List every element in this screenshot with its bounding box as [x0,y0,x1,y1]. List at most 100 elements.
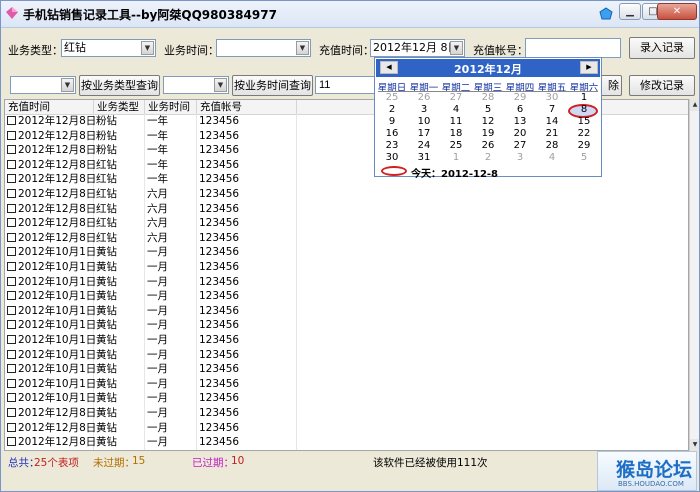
calendar-day[interactable]: 1 [568,92,600,104]
table-row[interactable]: 2012年10月1日 黄钻 一月 123456 [5,333,688,348]
row-checkbox[interactable] [7,437,16,447]
row-checkbox[interactable] [7,408,16,417]
calendar-day[interactable]: 25 [440,140,472,152]
table-row[interactable]: 2012年10月1日 黄钻 一月 123456 [5,274,688,290]
close-button[interactable]: ✕ [657,3,697,20]
calendar-day[interactable]: 17 [408,128,440,140]
calendar-day[interactable]: 10 [408,116,440,128]
scroll-up-icon[interactable]: ▲ [690,99,699,111]
row-checkbox[interactable] [7,422,16,432]
table-row[interactable]: 2012年10月1日 黄钻 一月 123456 [5,347,688,363]
calendar-day[interactable]: 30 [376,152,408,164]
table-row[interactable]: 2012年10月1日 黄钻 一月 123456 [5,260,688,275]
row-checkbox[interactable] [7,364,16,374]
row-checkbox[interactable] [7,378,16,388]
calendar-day[interactable]: 15 [568,116,600,128]
row-checkbox[interactable] [7,116,16,125]
calendar-day[interactable]: 20 [504,128,536,140]
row-checkbox[interactable] [7,291,16,301]
calendar-day[interactable]: 11 [440,116,472,128]
row-checkbox[interactable] [7,262,16,271]
header-biz-time[interactable]: 业务时间 [145,100,197,114]
calendar-day[interactable]: 4 [536,152,568,164]
row-checkbox[interactable] [7,276,16,286]
row-checkbox[interactable] [7,174,16,184]
row-checkbox[interactable] [7,203,16,213]
calendar-day[interactable]: 18 [440,128,472,140]
calendar-day[interactable]: 28 [472,92,504,104]
calendar-day[interactable]: 5 [472,104,504,116]
query-by-type-button[interactable]: 按业务类型查询 [79,75,160,96]
calendar-day[interactable]: 1 [440,152,472,164]
header-account[interactable]: 充值帐号 [197,100,297,114]
query-input[interactable] [315,76,377,94]
row-checkbox[interactable] [7,159,16,169]
calendar-day[interactable]: 6 [504,104,536,116]
calendar-dropdown[interactable]: ◀ 2012年12月 ▶ 星期日 星期一 星期二 星期三 星期四 星期五 星期六 25 26 2… [374,57,602,180]
calendar-day[interactable]: 29 [504,92,536,104]
next-month-button[interactable]: ▶ [580,61,598,74]
row-checkbox[interactable] [7,232,16,242]
chevron-down-icon[interactable]: ▼ [214,78,227,92]
table-row[interactable]: 2012年12月8日 红钻 六月 123456 [5,187,688,202]
table-row[interactable]: 2012年10月1日 黄钻 一月 123456 [5,391,688,406]
biz-type-select[interactable]: 红钻 ▼ [61,39,156,57]
calendar-day[interactable]: 7 [536,104,568,116]
calendar-day[interactable]: 28 [536,140,568,152]
calendar-day[interactable]: 31 [408,152,440,164]
calendar-day[interactable]: 24 [408,140,440,152]
calendar-day[interactable]: 25 [376,92,408,104]
table-row[interactable]: 2012年12月8日黄钻一月123456 [5,435,688,450]
row-checkbox[interactable] [7,145,16,155]
calendar-day[interactable]: 21 [536,128,568,140]
edit-record-button[interactable]: 修改记录 [629,75,695,96]
calendar-day[interactable]: 9 [376,116,408,128]
today-link[interactable]: 今天：2012-12-8 [411,165,498,180]
scroll-down-icon[interactable]: ▼ [690,439,699,451]
calendar-day[interactable]: 19 [472,128,504,140]
calendar-day[interactable]: 2 [472,152,504,164]
prev-month-button[interactable]: ◀ [380,61,398,74]
header-recharge-time[interactable]: 充值时间 [5,100,94,114]
calendar-day[interactable]: 27 [440,92,472,104]
row-checkbox[interactable] [7,349,16,359]
calendar-day[interactable]: 16 [376,128,408,140]
table-scrollbar[interactable]: ▲ ▼ [689,99,699,451]
gem-icon[interactable] [599,7,613,21]
calendar-day[interactable]: 8 [568,104,600,116]
biz-time-select[interactable]: ▼ [216,39,311,57]
table-row[interactable]: 2012年10月1日 黄钻 一月 123456 [5,303,688,319]
calendar-day[interactable]: 26 [408,92,440,104]
calendar-day[interactable]: 4 [440,104,472,116]
calendar-day[interactable]: 2 [376,104,408,116]
calendar-day[interactable]: 13 [504,116,536,128]
row-checkbox[interactable] [7,335,16,344]
account-input[interactable] [525,38,621,58]
header-biz-type[interactable]: 业务类型 [94,100,145,114]
chevron-down-icon[interactable]: ▼ [450,41,463,55]
calendar-day[interactable]: 27 [504,140,536,152]
chevron-down-icon[interactable]: ▼ [61,78,74,92]
row-checkbox[interactable] [7,218,16,228]
chevron-down-icon[interactable]: ▼ [141,41,154,55]
row-checkbox[interactable] [7,305,16,315]
table-row[interactable]: 2012年12月8日 红钻 六月 123456 [5,216,688,231]
calendar-day[interactable]: 3 [408,104,440,116]
table-row[interactable]: 2012年12月8日黄钻一月123456 [5,420,688,436]
table-row[interactable]: 2012年12月8日黄钻一月123456 [5,449,688,450]
table-row[interactable]: 2012年12月8日 红钻 六月 123456 [5,201,688,217]
table-row[interactable]: 2012年10月1日 黄钻 一月 123456 [5,318,688,333]
table-row[interactable]: 2012年10月1日 黄钻 一月 123456 [5,245,688,260]
table-row[interactable]: 2012年10月1日 黄钻 一月 123456 [5,376,688,392]
calendar-day[interactable]: 14 [536,116,568,128]
table-row[interactable]: 2012年12月8日黄钻一月123456 [5,406,688,421]
calendar-day[interactable]: 29 [568,140,600,152]
table-row[interactable]: 2012年10月1日 黄钻 一月 123456 [5,362,688,377]
query-type-select[interactable]: ▼ [10,76,76,94]
query-by-time-button[interactable]: 按业务时间查询 [232,75,313,96]
calendar-day[interactable]: 30 [536,92,568,104]
calendar-day[interactable]: 23 [376,140,408,152]
calendar-day[interactable]: 3 [504,152,536,164]
query-time-select[interactable]: ▼ [163,76,229,94]
chevron-down-icon[interactable]: ▼ [296,41,309,55]
